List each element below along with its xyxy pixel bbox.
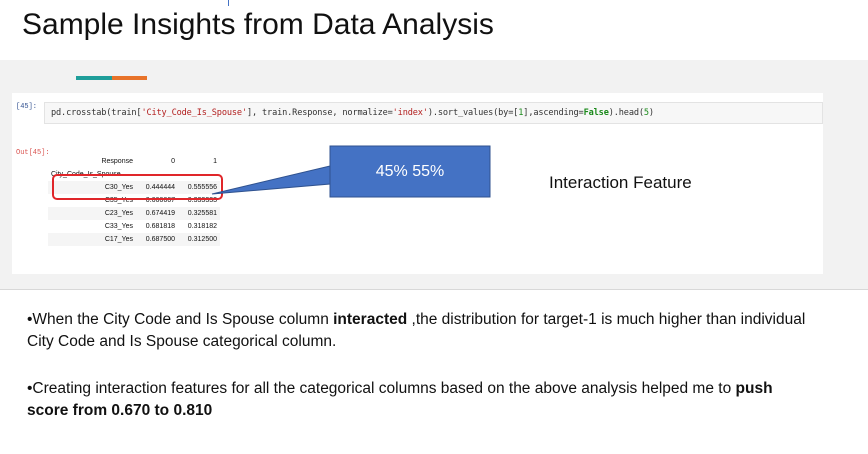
bullet-panel: •When the City Code and Is Spouse column… (0, 289, 868, 454)
bullet-1: •When the City Code and Is Spouse column… (27, 309, 807, 353)
slide: Sample Insights from Data Analysis [45]:… (0, 0, 868, 454)
bullet-text: •Creating interaction features for all t… (27, 380, 736, 397)
callout-pointer (211, 165, 331, 195)
bullet-bold: interacted (333, 311, 408, 328)
bullet-2: •Creating interaction features for all t… (27, 378, 807, 422)
bullet-text: •When the City Code and Is Spouse column (27, 311, 334, 328)
interaction-feature-label: Interaction Feature (549, 173, 692, 192)
callout-text: 45% 55% (375, 162, 445, 180)
